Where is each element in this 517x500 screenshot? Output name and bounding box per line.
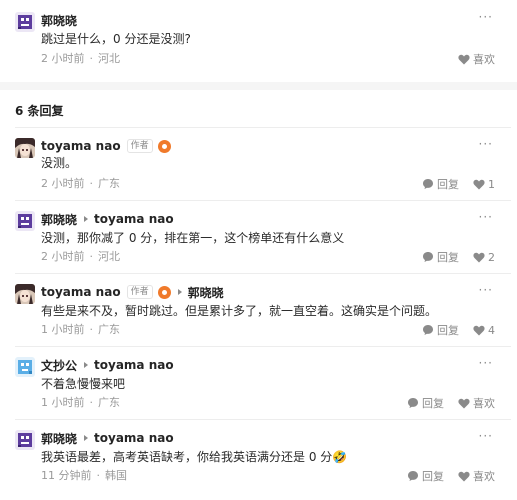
comment-time: 2 小时前 — [41, 177, 85, 190]
like-label: 喜欢 — [473, 53, 495, 66]
heart-icon — [458, 54, 470, 64]
author-tag: 作者 — [126, 285, 153, 299]
comment-text: 不着急慢慢来吧 — [41, 377, 126, 391]
user-avatar[interactable] — [15, 284, 35, 304]
more-options-icon[interactable]: ··· — [479, 357, 493, 369]
reply-bubble-icon — [423, 325, 433, 335]
comment-text: 有些是来不及，暂时跳过。但是累计多了，就一直空着。这确实是个问题。 — [41, 304, 438, 318]
reply-bubble-icon — [423, 252, 433, 262]
author-tag: 作者 — [126, 139, 153, 153]
replies-count-heading: 6 条回复 — [15, 104, 64, 118]
like-button[interactable]: 喜欢 — [458, 51, 495, 67]
comment-time: 1 小时前 — [41, 323, 85, 336]
badge-icon — [157, 139, 171, 153]
reply-separator — [15, 346, 511, 347]
user-avatar[interactable] — [15, 430, 35, 450]
comment-meta: 2 小时前 · 河北 — [41, 52, 120, 65]
reply-label: 回复 — [422, 397, 444, 410]
username[interactable]: 郭晓晓 — [41, 430, 77, 447]
like-count: 4 — [488, 323, 495, 337]
comment-meta: 1 小时前 · 广东 — [41, 323, 120, 336]
comment-time: 1 小时前 — [41, 396, 85, 409]
reply-label: 回复 — [437, 251, 459, 264]
heart-icon — [473, 325, 485, 335]
reply-separator — [15, 419, 511, 420]
user-avatar[interactable] — [15, 211, 35, 231]
comment-text: 没测，那你减了 0 分，排在第一，这个榜单还有什么意义 — [41, 231, 345, 245]
comment-time: 2 小时前 — [41, 52, 85, 65]
section-divider — [0, 82, 517, 90]
comment-time: 2 小时前 — [41, 250, 85, 263]
like-label: 喜欢 — [473, 397, 495, 410]
reply-bubble-icon — [408, 398, 418, 408]
header-separator — [15, 127, 511, 128]
reply-arrow-icon — [84, 435, 89, 441]
reply-arrow-icon — [177, 289, 182, 295]
comment-location: 韩国 — [105, 469, 127, 482]
reply-to-username[interactable]: toyama nao — [94, 431, 174, 445]
user-avatar[interactable] — [15, 357, 35, 377]
reply-button[interactable]: 回复 — [407, 395, 444, 411]
reply-label: 回复 — [437, 178, 459, 191]
heart-icon — [458, 471, 470, 481]
username[interactable]: 郭晓晓 — [41, 12, 77, 29]
username[interactable]: toyama nao — [41, 285, 121, 299]
heart-icon — [473, 179, 485, 189]
reply-arrow-icon — [84, 216, 89, 222]
reply-separator — [15, 200, 511, 201]
like-button[interactable]: 1 — [473, 178, 495, 191]
heart-icon — [473, 252, 485, 262]
username[interactable]: 郭晓晓 — [41, 211, 77, 228]
more-options-icon[interactable]: ··· — [479, 430, 493, 442]
reply-label: 回复 — [422, 470, 444, 483]
comment-text: 我英语最差，高考英语缺考，你给我英语满分还是 0 分🤣 — [41, 450, 348, 464]
comment-time: 11 分钟前 — [41, 469, 92, 482]
reply-label: 回复 — [437, 324, 459, 337]
comment-meta: 2 小时前 · 广东 — [41, 177, 120, 190]
username[interactable]: 文抄公 — [41, 357, 77, 374]
like-button[interactable]: 喜欢 — [458, 395, 495, 411]
reply-button[interactable]: 回复 — [407, 468, 444, 484]
comment-location: 广东 — [98, 396, 120, 409]
like-button[interactable]: 2 — [473, 251, 495, 264]
more-options-icon[interactable]: ··· — [479, 11, 493, 23]
like-count: 2 — [488, 250, 495, 264]
comment-location: 河北 — [98, 52, 120, 65]
user-avatar[interactable] — [15, 12, 35, 32]
comment-text: 跳过是什么，0 分还是没测? — [41, 32, 191, 46]
more-options-icon[interactable]: ··· — [479, 284, 493, 296]
reply-separator — [15, 273, 511, 274]
like-label: 喜欢 — [473, 470, 495, 483]
reply-button[interactable]: 回复 — [422, 249, 459, 265]
like-button[interactable]: 4 — [473, 324, 495, 337]
comment-meta: 1 小时前 · 广东 — [41, 396, 120, 409]
reply-button[interactable]: 回复 — [422, 322, 459, 338]
username[interactable]: toyama nao — [41, 139, 121, 153]
comment-location: 广东 — [98, 177, 120, 190]
comment-location: 河北 — [98, 250, 120, 263]
user-avatar[interactable] — [15, 138, 35, 158]
reply-arrow-icon — [84, 362, 89, 368]
reply-to-username[interactable]: toyama nao — [94, 212, 174, 226]
more-options-icon[interactable]: ··· — [479, 138, 493, 150]
comment-meta: 11 分钟前 · 韩国 — [41, 469, 127, 482]
comment-location: 广东 — [98, 323, 120, 336]
reply-to-username[interactable]: 郭晓晓 — [188, 284, 224, 301]
comment-meta: 2 小时前 · 河北 — [41, 250, 120, 263]
reply-button[interactable]: 回复 — [422, 176, 459, 192]
reply-bubble-icon — [423, 179, 433, 189]
reply-to-username[interactable]: toyama nao — [94, 358, 174, 372]
badge-icon — [157, 285, 171, 299]
heart-icon — [458, 398, 470, 408]
reply-bubble-icon — [408, 471, 418, 481]
like-button[interactable]: 喜欢 — [458, 468, 495, 484]
comment-text: 没测。 — [41, 156, 78, 170]
more-options-icon[interactable]: ··· — [479, 211, 493, 223]
like-count: 1 — [488, 177, 495, 191]
